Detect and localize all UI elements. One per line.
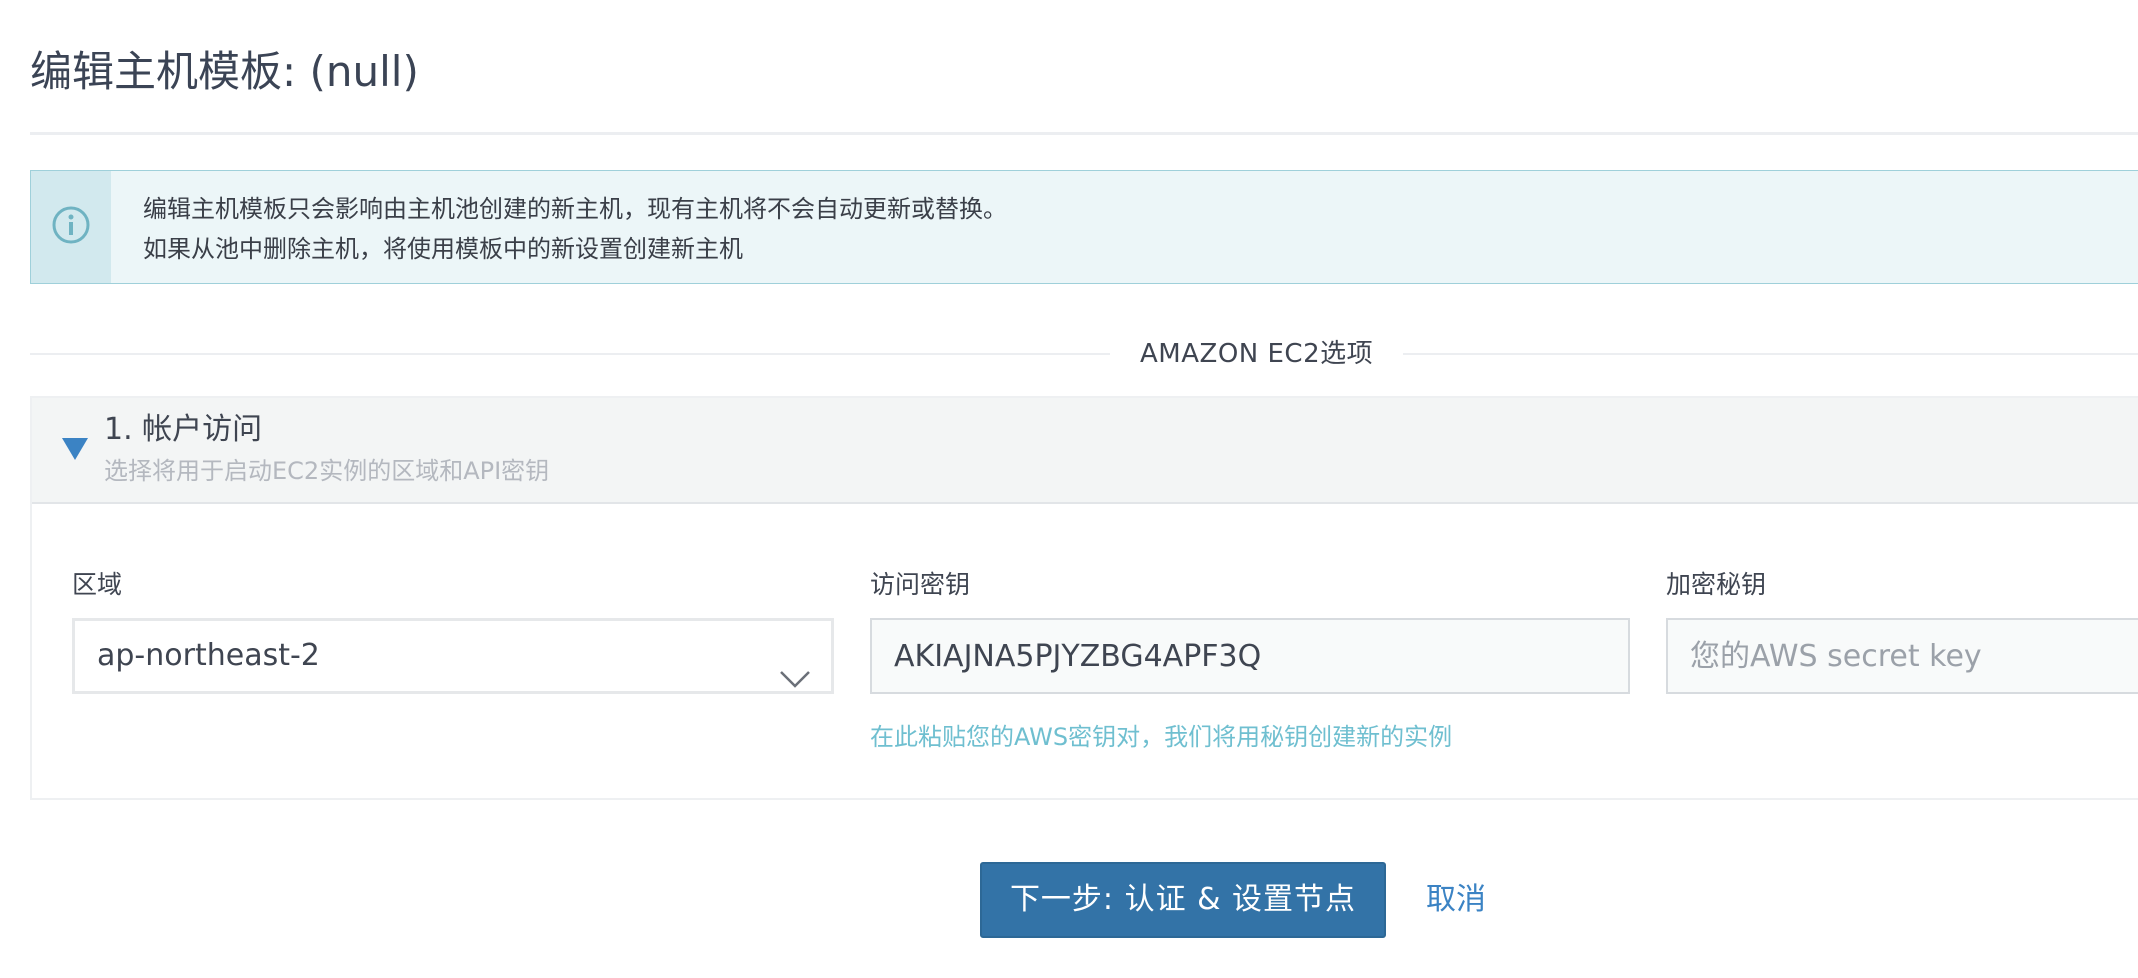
info-icon [51, 205, 91, 249]
region-label: 区域 [72, 570, 123, 599]
next-button[interactable]: 下一步: 认证 & 设置节点 [980, 862, 1386, 938]
region-select[interactable]: ap-northeast-2 [72, 618, 834, 694]
info-text: 编辑主机模板只会影响由主机池创建的新主机，现有主机将不会自动更新或替换。 如果从… [143, 189, 1007, 269]
account-access-header[interactable]: 1. 帐户访问 选择将用于启动EC2实例的区域和API密钥 [32, 398, 2138, 504]
account-access-subtitle: 选择将用于启动EC2实例的区域和API密钥 [104, 457, 550, 485]
access-key-input[interactable] [870, 618, 1630, 694]
page: 编辑主机模板: (null) 编辑主机模板只会影响由主机池创建的新主机，现有主机… [0, 0, 2138, 978]
info-banner: 编辑主机模板只会影响由主机池创建的新主机，现有主机将不会自动更新或替换。 如果从… [30, 170, 2138, 284]
section-title: AMAZON EC2选项 [1110, 334, 1404, 374]
secret-key-input[interactable] [1666, 618, 2138, 694]
title-divider [30, 132, 2138, 135]
section-divider [30, 353, 2138, 355]
page-title: 编辑主机模板: (null) [30, 47, 419, 96]
region-select-value: ap-northeast-2 [97, 638, 320, 673]
access-key-help: 在此粘贴您的AWS密钥对，我们将用秘钥创建新的实例 [870, 723, 1453, 751]
info-line-2: 如果从池中删除主机，将使用模板中的新设置创建新主机 [143, 235, 743, 263]
access-key-label: 访问密钥 [870, 570, 971, 599]
chevron-down-icon [779, 645, 811, 715]
cancel-button[interactable]: 取消 [1426, 878, 1486, 922]
caret-down-icon[interactable] [62, 438, 88, 464]
account-access-title: 1. 帐户访问 [104, 412, 263, 447]
secret-key-label: 加密秘钥 [1666, 570, 1767, 599]
info-icon-block [31, 171, 111, 283]
info-line-1: 编辑主机模板只会影响由主机池创建的新主机，现有主机将不会自动更新或替换。 [143, 195, 1007, 223]
